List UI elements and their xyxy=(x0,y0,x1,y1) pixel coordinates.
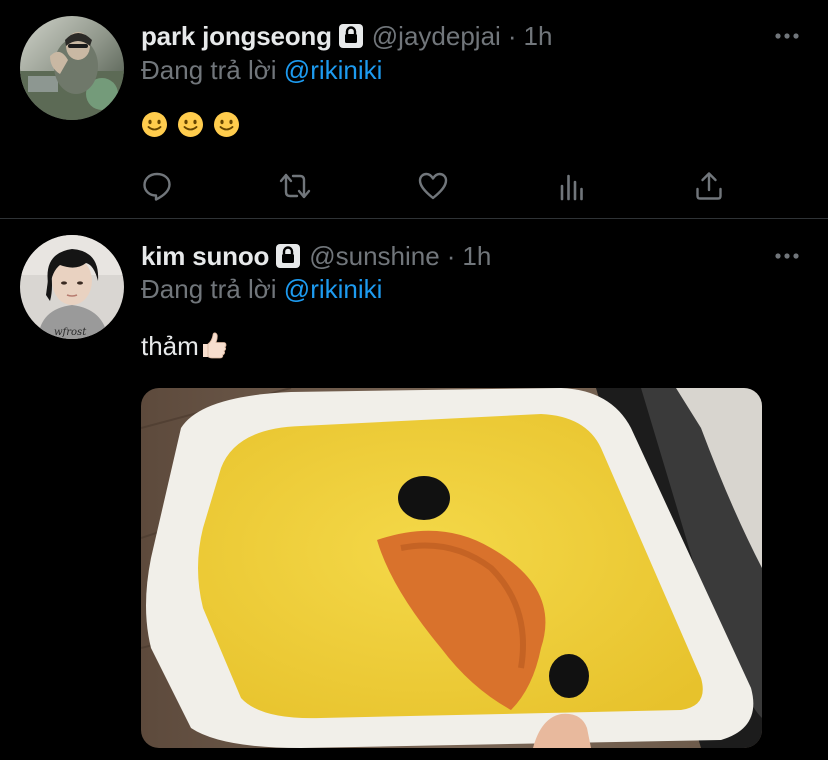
avatar[interactable] xyxy=(20,16,124,120)
slightly-smiling-face-icon xyxy=(141,111,168,138)
avatar[interactable]: wfrost xyxy=(20,235,124,339)
slightly-smiling-face-icon xyxy=(213,111,240,138)
svg-text:wfrost: wfrost xyxy=(54,327,87,338)
thumbs-up-icon xyxy=(200,331,228,359)
replying-to: Đang trả lời @rikiniki xyxy=(141,274,382,305)
like-icon[interactable] xyxy=(417,170,449,202)
reply-icon[interactable] xyxy=(141,170,173,202)
more-icon[interactable] xyxy=(774,28,800,39)
retweet-icon[interactable] xyxy=(277,170,311,202)
reply-prefix: Đang trả lời xyxy=(141,55,277,85)
handle[interactable]: @jaydepjai xyxy=(372,21,501,52)
mention-link[interactable]: @rikiniki xyxy=(284,55,383,85)
share-icon[interactable] xyxy=(693,170,725,202)
reply-prefix: Đang trả lời xyxy=(141,274,277,304)
tweet[interactable]: park jongseong @jaydepjai · 1h Đang trả … xyxy=(0,0,828,218)
more-icon[interactable] xyxy=(774,248,800,259)
slightly-smiling-face-icon xyxy=(177,111,204,138)
analytics-icon[interactable] xyxy=(556,170,588,202)
mention-link[interactable]: @rikiniki xyxy=(284,274,383,304)
handle[interactable]: @sunshine xyxy=(309,241,439,272)
tweet-text: thảm xyxy=(141,329,228,363)
tweet-header: kim sunoo @sunshine · 1h xyxy=(141,239,491,273)
timestamp[interactable]: 1h xyxy=(523,21,552,52)
tweet-text-content: thảm xyxy=(141,331,199,361)
tweet-header: park jongseong @jaydepjai · 1h xyxy=(141,19,552,53)
separator: · xyxy=(507,20,517,51)
display-name[interactable]: kim sunoo xyxy=(141,241,269,272)
lock-icon xyxy=(338,23,364,49)
tweet-actions xyxy=(141,170,722,202)
replying-to: Đang trả lời @rikiniki xyxy=(141,55,382,86)
timestamp[interactable]: 1h xyxy=(462,241,491,272)
tweet[interactable]: wfrost kim sunoo @sunshine · 1h Đang trả… xyxy=(0,219,828,760)
tweet-text xyxy=(141,108,249,142)
lock-icon xyxy=(275,243,301,269)
display-name[interactable]: park jongseong xyxy=(141,21,332,52)
separator: · xyxy=(446,240,456,271)
tweet-photo[interactable] xyxy=(141,388,762,748)
